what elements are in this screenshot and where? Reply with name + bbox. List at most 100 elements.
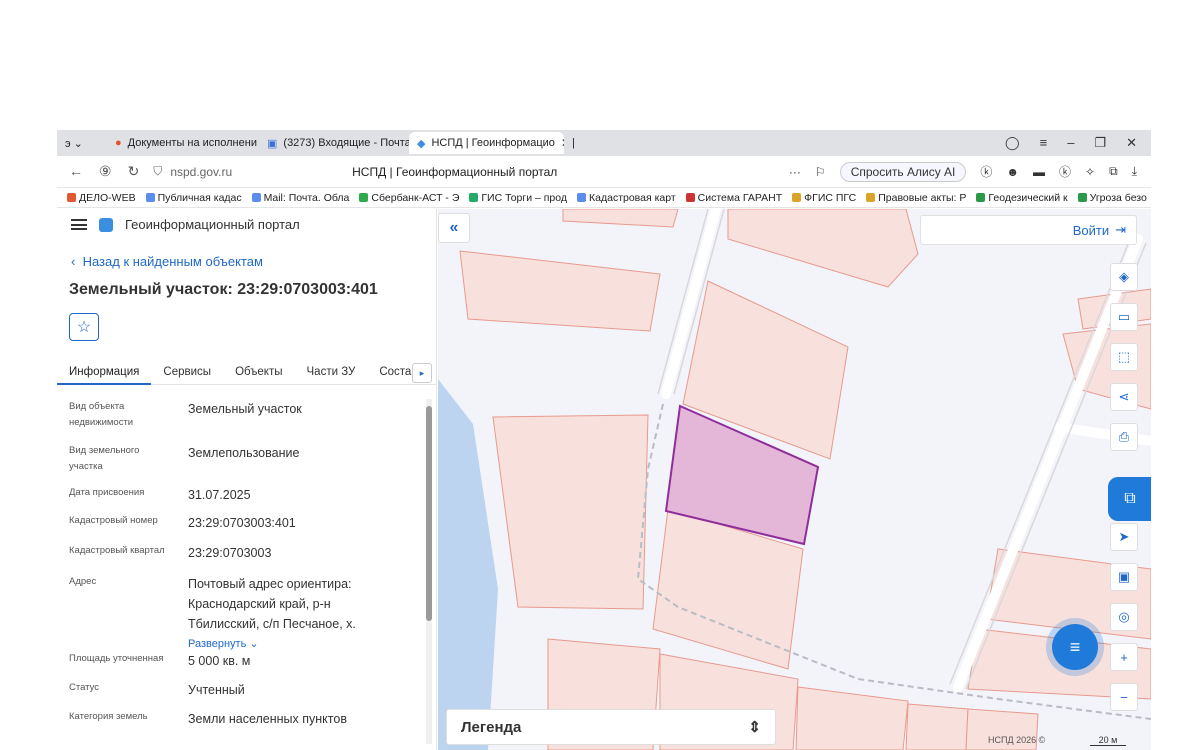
tab-nspd[interactable]: ◆ НСПД | Геоинформацио ✕ [409, 132, 564, 154]
measure-button[interactable]: ▭ [1110, 303, 1138, 331]
address-bar: ← ⑨ ↻ ⛉ nspd.gov.ru НСПД | Геоинформацио… [57, 156, 1151, 188]
minimap-icon: ▣ [1117, 569, 1131, 584]
geolocation-button[interactable]: ➤ [1110, 523, 1138, 551]
profile-icon[interactable]: ◯ [1005, 135, 1020, 151]
bookmark-item[interactable]: Сбербанк-АСТ - Э [359, 192, 459, 204]
plus-icon: + [1120, 649, 1128, 665]
property-key: Площадь уточненная [69, 653, 164, 664]
legend-dropdown[interactable]: Легенда ⇕ [446, 709, 776, 745]
share-button[interactable]: ⋖ [1110, 383, 1138, 411]
zoom-in-button[interactable]: + [1110, 643, 1138, 671]
scrollbar-thumb[interactable] [426, 406, 432, 621]
bookmark-item[interactable]: Публичная кадас [145, 192, 242, 204]
map-tools-panel-button[interactable]: ⧉ [1108, 477, 1151, 521]
extension-k-icon[interactable]: ⓚ [980, 163, 992, 180]
bookmark-icon [976, 193, 986, 202]
bookmark-item[interactable]: ФГИС ПГС [792, 192, 856, 204]
extension-mascot-icon[interactable]: ☻ [1006, 165, 1019, 179]
property-key: Статус [69, 682, 100, 693]
map-canvas [438, 209, 1151, 750]
bookmark-item[interactable]: Угроза безо [1077, 192, 1147, 204]
menu-icon[interactable]: ≡ [1040, 135, 1048, 151]
location-search-button[interactable]: ◎ [1110, 603, 1138, 631]
bookmark-item[interactable]: ГИС Торги – прод [469, 192, 567, 204]
sidebar-header: Геоинформационный портал [57, 209, 436, 240]
object-sidebar: Геоинформационный портал ‹ Назад к найде… [57, 209, 437, 750]
property-key: Вид земельного участка [69, 445, 140, 472]
tab-documents[interactable]: ● Документы на исполнени [107, 132, 259, 154]
property-value: 23:29:0703003:401 [188, 516, 296, 530]
bookmark-icon [792, 193, 802, 202]
bookmark-icon [251, 193, 261, 202]
bookmark-icon [469, 193, 479, 202]
tab-mail[interactable]: ▣ (3273) Входящие - Почта [259, 132, 409, 154]
yandex-icon: ● [115, 137, 122, 149]
tab-bar: э ⌄ ● Документы на исполнени ▣ (3273) Вх… [57, 130, 1151, 156]
property-value: Земельный участок [188, 402, 302, 416]
favorite-star-icon[interactable]: ☆ [69, 313, 99, 341]
chevron-down-icon: ⌄ [249, 638, 259, 650]
reload-icon[interactable]: ↻ [128, 163, 140, 180]
back-arrow-icon[interactable]: ← [69, 163, 83, 180]
chevron-left-icon: ‹ [71, 254, 76, 269]
alisa-button[interactable]: Спросить Алису AI [839, 161, 967, 182]
address-text: Почтовый адрес ориентира: Краснодарский … [188, 577, 356, 631]
download-icon[interactable]: ⤓ [1132, 164, 1137, 179]
minimap-button[interactable]: ▣ [1110, 563, 1138, 591]
property-value: Землепользование [188, 446, 300, 460]
water-body [438, 379, 498, 750]
login-button[interactable]: Войти ⇥ [920, 215, 1137, 245]
location-pin-icon: ◎ [1118, 609, 1130, 624]
portal-title: Геоинформационный портал [125, 217, 300, 232]
property-value: Земли населенных пунктов [188, 712, 347, 726]
minimize-icon[interactable]: – [1067, 135, 1074, 151]
tabs-scroll-right-icon[interactable]: ▸ [412, 363, 432, 383]
new-tab-button[interactable]: | [564, 132, 584, 154]
parcel [727, 209, 919, 288]
yandex-logo-icon[interactable]: ⑨ [99, 163, 112, 180]
property-key: Адрес [69, 576, 97, 587]
bookmark-item[interactable]: Правовые акты: Р [866, 192, 966, 204]
tab-services[interactable]: Сервисы [151, 359, 223, 385]
collapse-sidebar-button[interactable]: « [438, 213, 470, 243]
zoom-out-button[interactable]: − [1110, 683, 1138, 711]
bookmark-icon [577, 193, 587, 202]
map-view[interactable]: « Войти ⇥ ◈ ▭ ⬚ ⋖ ⎙ ⧉ ➤ ▣ ◎ + − ≡ Легенд… [438, 209, 1151, 750]
nspd-icon: ◆ [417, 137, 426, 150]
more-icon[interactable]: ··· [789, 165, 801, 179]
tab-info[interactable]: Информация [57, 359, 152, 385]
bookmark-icon[interactable]: ⚐ [815, 165, 826, 179]
extensions-icon[interactable]: ✧ [1085, 165, 1095, 179]
layers-button[interactable]: ◈ [1110, 263, 1138, 291]
bookmark-icon [67, 193, 76, 202]
back-to-results-link[interactable]: ‹ Назад к найденным объектам [57, 240, 436, 269]
extension-hat-icon[interactable]: ▬ [1033, 165, 1045, 179]
select-area-button[interactable]: ⬚ [1110, 343, 1138, 371]
login-arrow-icon: ⇥ [1115, 222, 1126, 237]
property-value: 5 000 кв. м [188, 654, 251, 668]
url-field[interactable]: ⛉ nspd.gov.ru [153, 164, 232, 179]
sidebar-scrollbar[interactable] [426, 399, 432, 744]
bookmark-item[interactable]: Mail: Почта. Обла [251, 192, 349, 204]
property-key: Категория земель [69, 711, 148, 722]
chat-button[interactable]: ≡ [1052, 624, 1098, 670]
tab-objects[interactable]: Объекты [223, 359, 294, 385]
tab-parts[interactable]: Части ЗУ [295, 359, 368, 385]
ruler-icon: ▭ [1117, 309, 1131, 324]
close-window-icon[interactable]: ✕ [1126, 135, 1137, 151]
bookmark-item[interactable]: Геодезический к [976, 192, 1068, 204]
bookmark-icon [1077, 193, 1087, 202]
tab-group-button[interactable]: э ⌄ [57, 132, 107, 154]
property-value: 23:29:0703003 [188, 546, 272, 560]
bookmark-item[interactable]: ДЕЛО-WEB [67, 192, 136, 204]
translate-icon[interactable]: ⧉ [1109, 164, 1118, 179]
tab-group-icon: э ⌄ [65, 137, 83, 150]
restore-icon[interactable]: ❐ [1094, 135, 1106, 151]
bookmark-item[interactable]: Кадастровая карт [577, 192, 676, 204]
bookmark-item[interactable]: Система ГАРАНТ [685, 192, 782, 204]
print-button[interactable]: ⎙ [1110, 423, 1138, 451]
extension-k2-icon[interactable]: ⓚ [1059, 163, 1071, 180]
parcel [562, 209, 679, 228]
hamburger-menu-icon[interactable] [71, 219, 87, 230]
property-key: Кадастровый номер [69, 515, 158, 526]
